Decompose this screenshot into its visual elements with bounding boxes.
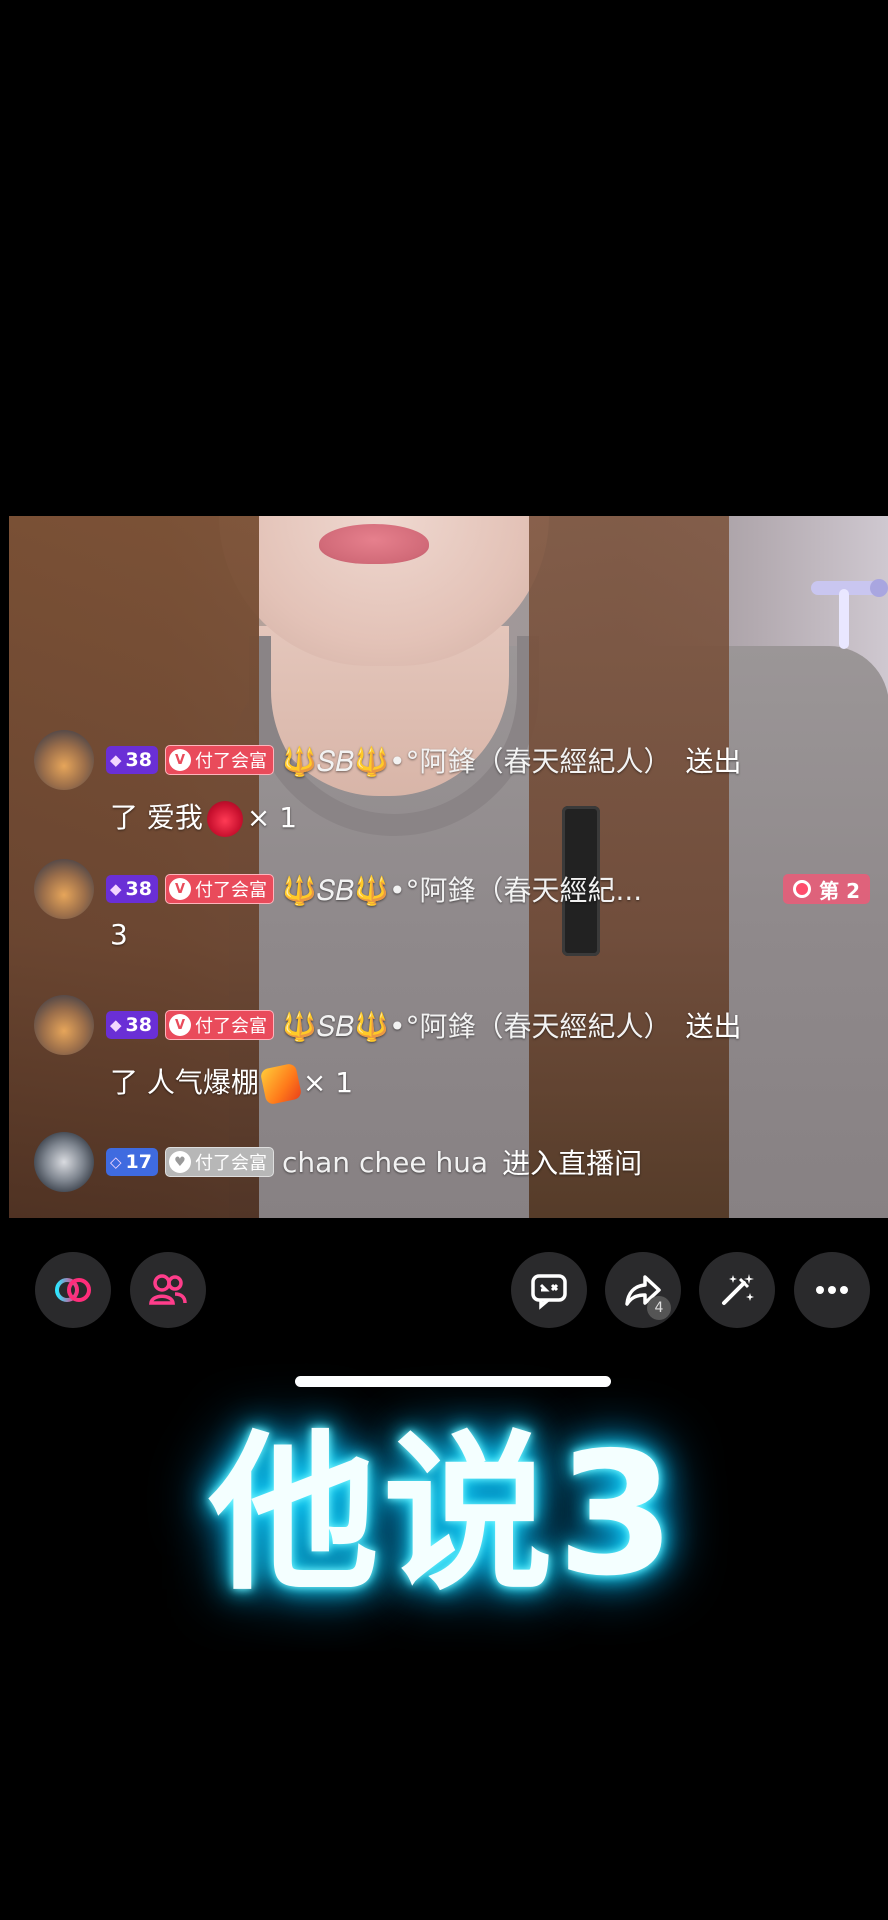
- magic-wand-icon: [722, 1274, 754, 1305]
- more-button[interactable]: [794, 1252, 870, 1328]
- background-prop: [811, 579, 888, 649]
- video-subject-hair-right: [529, 516, 729, 1218]
- share-count: 4: [647, 1296, 671, 1320]
- magic-wand-button[interactable]: [699, 1252, 775, 1328]
- link-icon: [55, 1278, 91, 1302]
- comment-button[interactable]: [511, 1252, 587, 1328]
- more-icon: [816, 1286, 848, 1294]
- video-subject-lips: [319, 524, 429, 564]
- comment-icon: [531, 1274, 567, 1310]
- live-video[interactable]: [9, 516, 888, 1218]
- guests-button[interactable]: [130, 1252, 206, 1328]
- link-button[interactable]: [35, 1252, 111, 1328]
- home-indicator[interactable]: [295, 1376, 611, 1387]
- overlay-caption: 他说3: [208, 1416, 680, 1614]
- lapel-microphone: [562, 806, 600, 956]
- share-button[interactable]: 4: [605, 1252, 681, 1328]
- live-toolbar: 4: [0, 1252, 888, 1332]
- guests-icon: [149, 1274, 187, 1305]
- video-subject-hair-left: [9, 516, 259, 1218]
